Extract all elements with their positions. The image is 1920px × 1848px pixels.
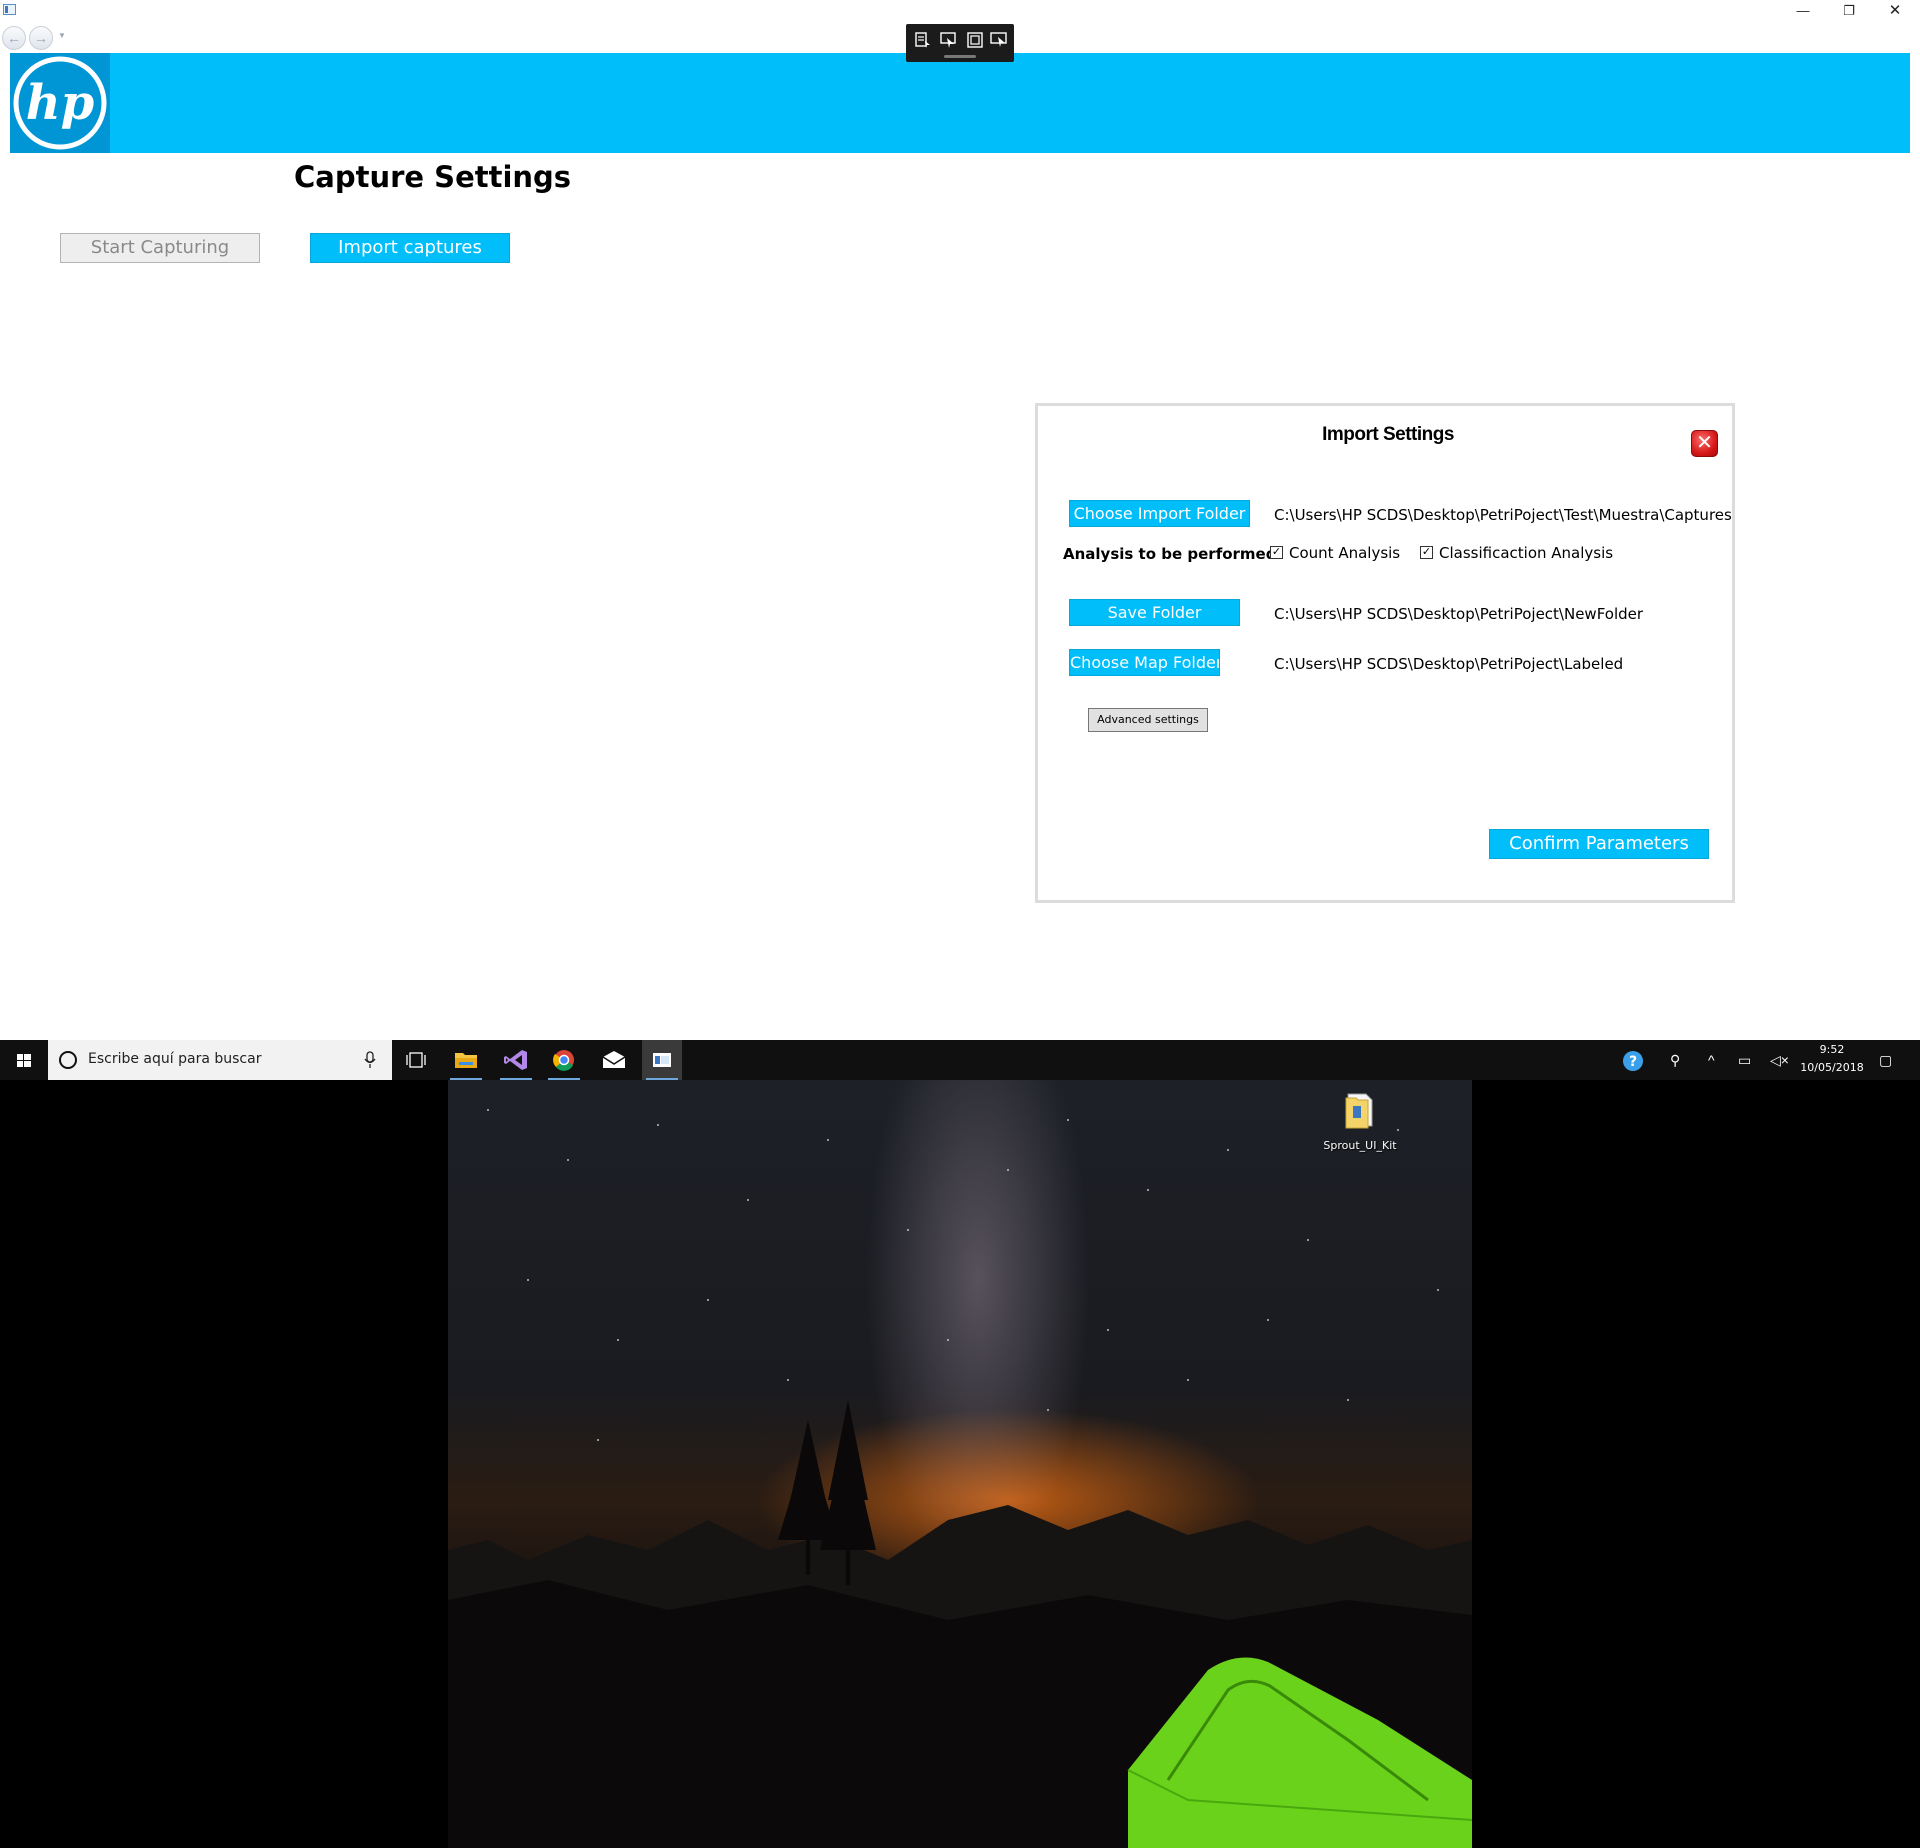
import-settings-title: Import Settings: [1322, 424, 1454, 445]
taskbar-file-explorer[interactable]: [446, 1040, 486, 1080]
import-folder-path: C:\Users\HP SCDS\Desktop\PetriPoject\Tes…: [1274, 506, 1732, 524]
cortana-circle-icon: [59, 1051, 77, 1069]
svg-text:?: ?: [1629, 1054, 1637, 1070]
count-analysis-label[interactable]: Count Analysis: [1289, 544, 1400, 562]
network-icon[interactable]: ▭: [1738, 1050, 1751, 1070]
taskbar-task-view[interactable]: [396, 1040, 436, 1080]
chevron-up-icon[interactable]: ^: [1708, 1050, 1715, 1070]
close-panel-button[interactable]: ✕: [1691, 430, 1718, 457]
app-window: ← → ▼ — ❐ ✕ hp Capture Settings Start Ca…: [0, 0, 1920, 1040]
classification-analysis-label[interactable]: Classificaction Analysis: [1439, 544, 1613, 562]
close-window-button[interactable]: ✕: [1872, 0, 1918, 22]
hp-logo-icon: hp: [13, 56, 107, 150]
classification-analysis-checkbox[interactable]: ✓: [1420, 546, 1433, 559]
taskbar-chrome[interactable]: [544, 1040, 584, 1080]
import-captures-button[interactable]: Import captures: [310, 233, 510, 263]
window-app-icon: [3, 4, 16, 15]
import-settings-panel: Import Settings ✕ Choose Import Folder C…: [1035, 403, 1735, 903]
screen-capture-icon[interactable]: [990, 31, 1008, 49]
sprout-app-icon: [653, 1053, 671, 1067]
map-folder-path: C:\Users\HP SCDS\Desktop\PetriPoject\Lab…: [1274, 655, 1624, 673]
back-arrow-icon[interactable]: ←: [2, 26, 26, 50]
close-x-icon: ✕: [1696, 432, 1713, 454]
forward-arrow-icon[interactable]: →: [29, 26, 53, 50]
count-analysis-checkbox[interactable]: ✓: [1270, 546, 1283, 559]
file-icon: [1345, 1093, 1373, 1129]
microphone-icon[interactable]: [364, 1051, 376, 1069]
chrome-icon: [553, 1050, 574, 1071]
help-icon[interactable]: ?: [1622, 1050, 1644, 1072]
taskbar-search-box[interactable]: Escribe aquí para buscar: [48, 1040, 392, 1080]
folder-icon: [455, 1053, 477, 1068]
people-icon[interactable]: ⚲: [1670, 1050, 1680, 1070]
sprout-toolbar: [906, 24, 1014, 62]
choose-import-folder-button[interactable]: Choose Import Folder: [1069, 500, 1250, 527]
taskbar: Escribe aquí para buscar ? ⚲ ^ ▭ ◁× 9:52…: [0, 1040, 1920, 1080]
desktop: Sprout_UI_Kit: [0, 1080, 1920, 1848]
confirm-parameters-button[interactable]: Confirm Parameters: [1489, 829, 1709, 859]
frame-icon[interactable]: [966, 31, 984, 49]
restore-button[interactable]: ❐: [1826, 0, 1872, 22]
desktop-icon-sprout-ui-kit[interactable]: Sprout_UI_Kit: [1318, 1090, 1402, 1152]
svg-text:hp: hp: [26, 75, 94, 131]
wallpaper-scene: [448, 1109, 1472, 1848]
advanced-settings-button[interactable]: Advanced settings: [1088, 708, 1208, 732]
search-placeholder: Escribe aquí para buscar: [88, 1051, 262, 1067]
volume-muted-icon[interactable]: ◁×: [1770, 1050, 1789, 1070]
capture-document-icon[interactable]: [914, 31, 932, 49]
toolbar-grip[interactable]: [944, 55, 976, 58]
save-folder-path: C:\Users\HP SCDS\Desktop\PetriPoject\New…: [1274, 605, 1644, 623]
visual-studio-icon: [504, 1050, 527, 1070]
choose-map-folder-button[interactable]: Choose Map Folder: [1069, 649, 1220, 676]
taskbar-sprout-app[interactable]: [642, 1040, 682, 1080]
tray-time[interactable]: 9:52: [1800, 1043, 1864, 1056]
mail-icon: [602, 1051, 626, 1068]
notifications-icon[interactable]: ▢: [1879, 1050, 1892, 1070]
pointer-select-icon[interactable]: [940, 31, 958, 49]
taskbar-mail[interactable]: [594, 1040, 634, 1080]
start-capturing-button[interactable]: Start Capturing: [60, 233, 260, 263]
windows-logo-icon: [17, 1054, 31, 1067]
hp-logo: hp: [10, 53, 110, 153]
task-view-icon: [406, 1052, 426, 1068]
nav-dropdown-icon[interactable]: ▼: [58, 31, 66, 40]
wallpaper: [448, 1080, 1472, 1848]
page-title: Capture Settings: [294, 160, 572, 194]
analysis-label: Analysis to be performed:: [1063, 545, 1283, 563]
minimize-button[interactable]: —: [1780, 0, 1826, 22]
taskbar-visual-studio[interactable]: [496, 1040, 536, 1080]
tray-date[interactable]: 10/05/2018: [1798, 1061, 1866, 1074]
start-button[interactable]: [0, 1040, 48, 1080]
header-banner: hp: [10, 53, 1910, 153]
save-folder-button[interactable]: Save Folder: [1069, 599, 1240, 626]
desktop-icon-label: Sprout_UI_Kit: [1323, 1139, 1397, 1152]
